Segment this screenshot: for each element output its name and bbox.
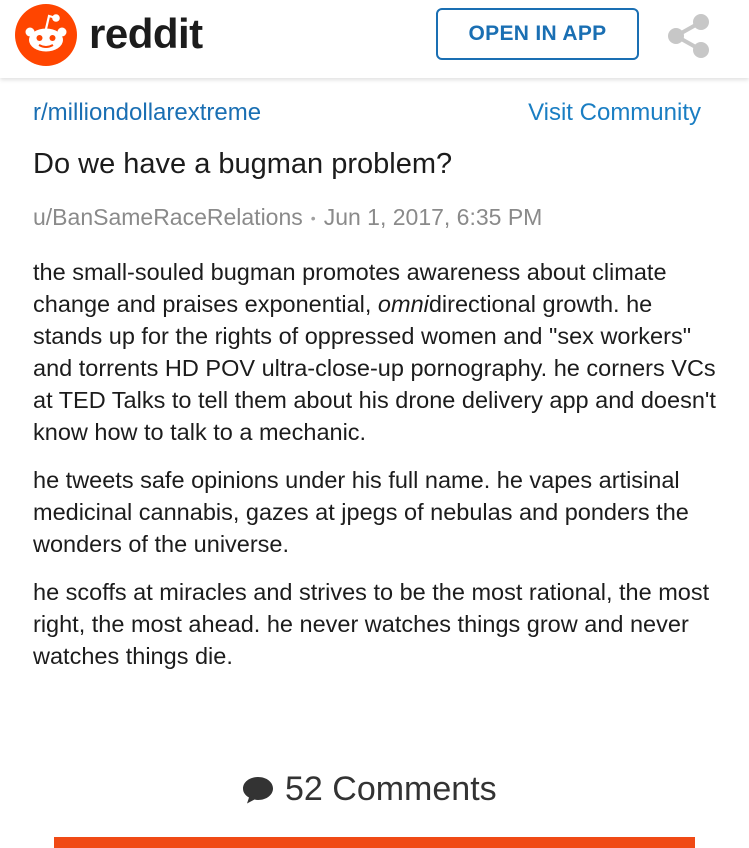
- post-title: Do we have a bugman problem?: [33, 148, 453, 180]
- meta-separator: •: [310, 209, 316, 226]
- subreddit-link[interactable]: r/milliondollarextreme: [33, 99, 261, 127]
- post-timestamp: Jun 1, 2017, 6:35 PM: [323, 204, 543, 230]
- visit-community-link[interactable]: Visit Community: [528, 99, 701, 127]
- comments-link[interactable]: 52 Comments: [241, 770, 497, 809]
- paragraph-1-italic: omni: [377, 291, 429, 317]
- author-link[interactable]: u/BanSameRaceRelations: [33, 204, 303, 231]
- comment-icon: [243, 776, 273, 803]
- comments-label: 52 Comments: [285, 770, 497, 808]
- open-in-app-button[interactable]: OPEN IN APP: [436, 8, 639, 60]
- post-paragraph-3: he scoffs at miracles and strives to be …: [33, 579, 710, 669]
- post-meta: u/BanSameRaceRelations • Jun 1, 2017, 6:…: [33, 204, 542, 231]
- share-icon[interactable]: [666, 13, 712, 59]
- post-paragraph-2: he tweets safe opinions under his full n…: [33, 467, 689, 557]
- post-paragraph-1: the small-souled bugman promotes awarene…: [33, 256, 723, 448]
- reddit-logo-icon[interactable]: [15, 4, 77, 66]
- reddit-wordmark[interactable]: reddit: [89, 8, 203, 60]
- bottom-banner[interactable]: [54, 837, 695, 848]
- post-body: the small-souled bugman promotes awarene…: [33, 256, 723, 688]
- top-header: reddit OPEN IN APP: [0, 0, 749, 78]
